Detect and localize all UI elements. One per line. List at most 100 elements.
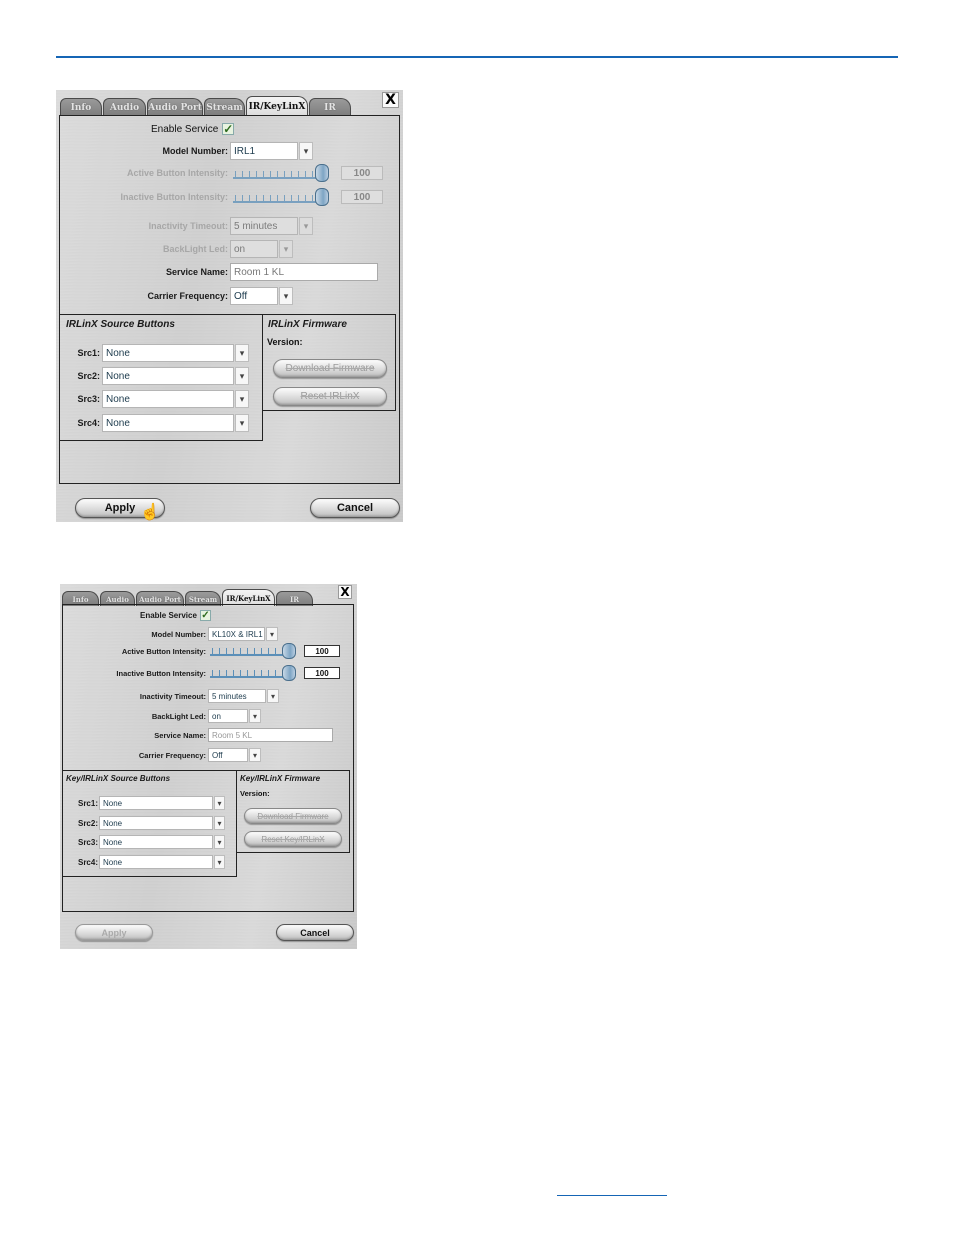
chevron-down-icon[interactable]: ▾: [249, 709, 261, 723]
active-intensity-slider[interactable]: [210, 643, 296, 659]
src2-label: Src2:: [77, 371, 100, 381]
reset-keyirlinx-button[interactable]: Reset Key/IRLinX: [244, 831, 342, 847]
enable-service-checkbox[interactable]: ✓: [222, 122, 235, 136]
chevron-down-icon[interactable]: ▾: [214, 816, 225, 830]
reset-irlinx-button[interactable]: Reset IRLinX: [273, 387, 387, 406]
ir-keylinx-dialog-kl10x: Info Audio Audio Port Stream IR/KeyLinX …: [60, 584, 357, 949]
src2-select[interactable]: None ▾: [99, 816, 225, 830]
src3-select[interactable]: None ▾: [102, 390, 249, 408]
carrier-frequency-row: Carrier Frequency: Off ▾: [60, 748, 261, 762]
src3-label: Src3:: [77, 837, 98, 847]
chevron-down-icon[interactable]: ▾: [235, 414, 249, 432]
backlight-led-label: BackLight Led:: [162, 244, 228, 254]
firmware-version-label: Version:: [267, 337, 303, 347]
download-firmware-button[interactable]: Download Firmware: [273, 359, 387, 378]
backlight-led-select[interactable]: on ▾: [230, 240, 293, 258]
download-firmware-button[interactable]: Download Firmware: [244, 808, 342, 824]
chevron-down-icon[interactable]: ▾: [299, 217, 313, 235]
inactive-intensity-value[interactable]: 100: [304, 667, 340, 679]
close-button[interactable]: X: [338, 585, 352, 599]
chevron-down-icon[interactable]: ▾: [266, 627, 278, 641]
chevron-down-icon[interactable]: ▾: [299, 142, 313, 160]
tab-stream[interactable]: Stream: [204, 98, 245, 116]
header-rule: [56, 56, 898, 58]
backlight-led-row: BackLight Led: on ▾: [60, 709, 261, 723]
checkmark-icon: ✓: [201, 610, 210, 621]
src1-row: Src1: None ▾: [60, 796, 225, 810]
src2-value: None: [99, 816, 213, 830]
tab-audio[interactable]: Audio: [103, 98, 146, 116]
carrier-frequency-value: Off: [230, 287, 278, 305]
carrier-frequency-label: Carrier Frequency:: [147, 291, 228, 301]
ir-keylinx-dialog-irl1: Info Audio Audio Port Stream IR/KeyLinX …: [56, 90, 403, 522]
carrier-frequency-select[interactable]: Off ▾: [208, 748, 261, 762]
src3-select[interactable]: None ▾: [99, 835, 225, 849]
service-name-input[interactable]: Room 1 KL: [230, 263, 378, 281]
inactivity-timeout-select[interactable]: 5 minutes ▾: [230, 217, 313, 235]
chevron-down-icon[interactable]: ▾: [279, 287, 293, 305]
close-button[interactable]: X: [382, 92, 399, 108]
src4-row: Src4: None ▾: [56, 414, 249, 432]
chevron-down-icon[interactable]: ▾: [214, 835, 225, 849]
chevron-down-icon[interactable]: ▾: [235, 390, 249, 408]
src4-value: None: [102, 414, 234, 432]
chevron-down-icon[interactable]: ▾: [235, 367, 249, 385]
slider-thumb[interactable]: [282, 643, 296, 659]
active-intensity-value[interactable]: 100: [341, 166, 383, 180]
slider-thumb[interactable]: [315, 188, 329, 206]
enable-service-checkbox[interactable]: ✓: [199, 610, 211, 621]
inactivity-timeout-value: 5 minutes: [230, 217, 298, 235]
src4-select[interactable]: None ▾: [102, 414, 249, 432]
carrier-frequency-select[interactable]: Off ▾: [230, 287, 293, 305]
service-name-row: Service Name: Room 1 KL: [56, 263, 378, 281]
model-number-select[interactable]: IRL1 ▾: [230, 142, 313, 160]
inactivity-timeout-value: 5 minutes: [208, 689, 266, 703]
src4-select[interactable]: None ▾: [99, 855, 225, 869]
footer-link-underline[interactable]: [557, 1195, 667, 1196]
firmware-title: IRLinX Firmware: [268, 319, 347, 330]
model-number-select[interactable]: KL10X & IRL1 ▾: [208, 627, 278, 641]
slider-thumb[interactable]: [282, 665, 296, 681]
chevron-down-icon[interactable]: ▾: [214, 855, 225, 869]
src2-value: None: [102, 367, 234, 385]
slider-thumb[interactable]: [315, 164, 329, 182]
src1-select[interactable]: None ▾: [102, 344, 249, 362]
inactive-intensity-slider[interactable]: [233, 188, 329, 206]
cancel-button[interactable]: Cancel: [310, 498, 400, 518]
inactive-intensity-slider[interactable]: [210, 665, 296, 681]
inactivity-timeout-select[interactable]: 5 minutes ▾: [208, 689, 279, 703]
chevron-down-icon[interactable]: ▾: [249, 748, 261, 762]
src1-row: Src1: None ▾: [56, 344, 249, 362]
src1-label: Src1:: [77, 348, 100, 358]
src4-label: Src4:: [77, 418, 100, 428]
src2-select[interactable]: None ▾: [102, 367, 249, 385]
tab-audio-port[interactable]: Audio Port: [147, 98, 203, 116]
tab-ir[interactable]: IR: [309, 98, 351, 116]
enable-service-row: Enable Service ✓: [151, 122, 235, 136]
src4-label: Src4:: [77, 857, 98, 867]
model-number-row: Model Number: IRL1 ▾: [56, 142, 313, 160]
active-intensity-slider[interactable]: [233, 164, 329, 182]
cancel-button[interactable]: Cancel: [276, 924, 354, 941]
service-name-input[interactable]: Room 5 KL: [208, 728, 333, 742]
backlight-led-select[interactable]: on ▾: [208, 709, 261, 723]
service-name-row: Service Name: Room 5 KL: [60, 728, 333, 742]
source-buttons-title: Key/IRLinX Source Buttons: [66, 774, 171, 783]
chevron-down-icon[interactable]: ▾: [279, 240, 293, 258]
inactive-intensity-value[interactable]: 100: [341, 190, 383, 204]
chevron-down-icon[interactable]: ▾: [214, 796, 225, 810]
inactive-intensity-row: Inactive Button Intensity: 100: [56, 188, 383, 206]
service-name-label: Service Name:: [154, 730, 206, 740]
model-number-value: IRL1: [230, 142, 298, 160]
firmware-title: Key/IRLinX Firmware: [240, 774, 321, 783]
src1-value: None: [99, 796, 213, 810]
chevron-down-icon[interactable]: ▾: [267, 689, 279, 703]
apply-button[interactable]: Apply: [75, 924, 153, 941]
tab-info[interactable]: Info: [60, 98, 102, 116]
model-number-value: KL10X & IRL1: [208, 627, 265, 641]
tab-ir-keylinx[interactable]: IR/KeyLinX: [246, 96, 308, 116]
active-intensity-value[interactable]: 100: [304, 645, 340, 657]
src1-select[interactable]: None ▾: [99, 796, 225, 810]
enable-service-row: Enable Service ✓: [140, 609, 211, 622]
chevron-down-icon[interactable]: ▾: [235, 344, 249, 362]
